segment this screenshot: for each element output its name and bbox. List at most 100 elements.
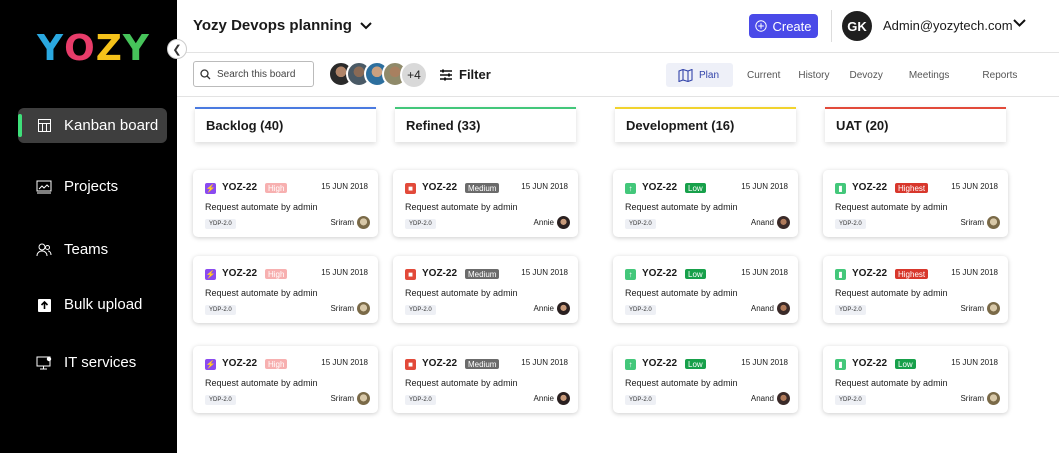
tab-devozy[interactable]: Devozy [838,63,891,87]
task-card[interactable]: ▮ YOZ-22 Highest 15 JUN 2018 Request automat… [823,170,1008,237]
due-date: 15 JUN 2018 [741,358,788,367]
sidebar-item-teams[interactable]: Teams [18,232,167,267]
due-date: 15 JUN 2018 [951,268,998,277]
assignee-avatar[interactable] [357,392,370,405]
filter-button[interactable]: Filter [439,67,491,82]
collapse-sidebar-button[interactable]: ❮ [167,39,187,59]
assignee-name: Anand [750,304,774,313]
it-services-icon [36,355,52,371]
assignee-name: Sriram [330,304,354,313]
upload-icon [36,297,52,313]
search-input[interactable] [217,68,307,80]
task-card[interactable]: ■ YOZ-22 Medium 15 JUN 2018 Request automate… [393,256,578,323]
task-card[interactable]: ↑ YOZ-22 Low 15 JUN 2018 Request automate by… [613,170,798,237]
assignee-avatar[interactable] [987,302,1000,315]
due-date: 15 JUN 2018 [321,268,368,277]
logo-letter: Y [122,28,150,69]
task-card[interactable]: ▮ YOZ-22 Highest 15 JUN 2018 Request automat… [823,256,1008,323]
sidebar-item-projects[interactable]: Projects [18,169,167,204]
release-tag: YDP-2.0 [835,305,866,315]
issue-key: YOZ-22 [422,358,458,369]
release-tag: YDP-2.0 [625,305,656,315]
due-date: 15 JUN 2018 [521,182,568,191]
assignee-avatar[interactable] [777,216,790,229]
release-tag: YDP-2.0 [835,219,866,229]
story-icon: ▮ [835,359,846,370]
assignee-avatar[interactable] [557,302,570,315]
task-card[interactable]: ↑ YOZ-22 Low 15 JUN 2018 Request automate by… [613,346,798,413]
assignee-avatar[interactable] [777,302,790,315]
release-tag: YDP-2.0 [205,395,236,405]
tab-history[interactable]: History [789,63,838,87]
task-card[interactable]: ■ YOZ-22 Medium 15 JUN 2018 Request automate… [393,170,578,237]
due-date: 15 JUN 2018 [951,182,998,191]
issue-key: YOZ-22 [422,268,458,279]
divider [831,10,832,42]
sidebar-item-kanban-board[interactable]: Kanban board [18,108,167,143]
priority-badge: Medium [465,359,500,369]
tab-meetings[interactable]: Meetings [892,63,959,87]
map-icon [678,68,693,82]
task-card[interactable]: ■ YOZ-22 Medium 15 JUN 2018 Request automate… [393,346,578,413]
due-date: 15 JUN 2018 [521,268,568,277]
bug-icon: ■ [405,269,416,280]
column-header-backlog: Backlog (40) [195,107,376,142]
board-title-dropdown[interactable]: Yozy Devops planning [193,17,372,34]
sidebar-item-label: Projects [64,178,119,195]
chevron-down-icon[interactable] [1013,19,1026,28]
priority-badge: Medium [465,269,500,279]
release-tag: YDP-2.0 [835,395,866,405]
assignee-avatar[interactable] [557,216,570,229]
logo-letter: Y [37,28,65,69]
user-email[interactable]: Admin@yozytech.com [883,18,1013,33]
sidebar-item-bulk-upload[interactable]: Bulk upload [18,287,167,322]
priority-badge: Low [685,183,706,193]
epic-icon: ⚡ [205,183,216,194]
task-card[interactable]: ▮ YOZ-22 Low 15 JUN 2018 Request automate by… [823,346,1008,413]
epic-icon: ⚡ [205,359,216,370]
search-icon [200,68,211,79]
member-avatars[interactable]: +4 [328,61,428,89]
story-icon: ▮ [835,183,846,194]
release-tag: YDP-2.0 [205,305,236,315]
priority-badge: Low [895,359,916,369]
more-members-badge[interactable]: +4 [400,61,428,89]
assignee-name: Anand [750,394,774,403]
release-tag: YDP-2.0 [405,219,436,229]
column-header-uat: UAT (20) [825,107,1006,142]
assignee-avatar[interactable] [987,392,1000,405]
task-card[interactable]: ⚡ YOZ-22 High 15 JUN 2018 Request automate b… [193,346,378,413]
assignee-name: Annie [533,304,554,313]
tab-reports[interactable]: Reports [958,63,1026,87]
search-box[interactable] [193,61,314,87]
tab-plan[interactable]: Plan [666,63,733,87]
epic-icon: ⚡ [205,269,216,280]
sidebar-item-it-services[interactable]: IT services [18,345,167,380]
tab-label: Plan [699,69,720,81]
card-title: Request automate by admin [405,378,518,388]
task-card[interactable]: ↑ YOZ-22 Low 15 JUN 2018 Request automate by… [613,256,798,323]
task-card[interactable]: ⚡ YOZ-22 High 15 JUN 2018 Request automate b… [193,256,378,323]
tab-current[interactable]: Current [733,63,789,87]
header: Yozy Devops planning Create GK Admin@yoz… [177,0,1059,53]
assignee-avatar[interactable] [357,216,370,229]
priority-badge: High [265,269,288,279]
assignee-avatar[interactable] [987,216,1000,229]
issue-key: YOZ-22 [642,268,678,279]
release-tag: YDP-2.0 [205,219,236,229]
assignee-avatar[interactable] [557,392,570,405]
story-icon: ▮ [835,269,846,280]
assignee-name: Sriram [330,218,354,227]
issue-key: YOZ-22 [852,182,888,193]
assignee-avatar[interactable] [777,392,790,405]
user-avatar[interactable]: GK [842,11,872,41]
card-title: Request automate by admin [625,378,738,388]
card-title: Request automate by admin [625,202,738,212]
create-button[interactable]: Create [749,14,818,38]
projects-icon [36,179,52,195]
task-card[interactable]: ⚡ YOZ-22 High 15 JUN 2018 Request automate b… [193,170,378,237]
priority-badge: Highest [895,183,929,193]
card-title: Request automate by admin [205,202,318,212]
assignee-avatar[interactable] [357,302,370,315]
due-date: 15 JUN 2018 [741,268,788,277]
